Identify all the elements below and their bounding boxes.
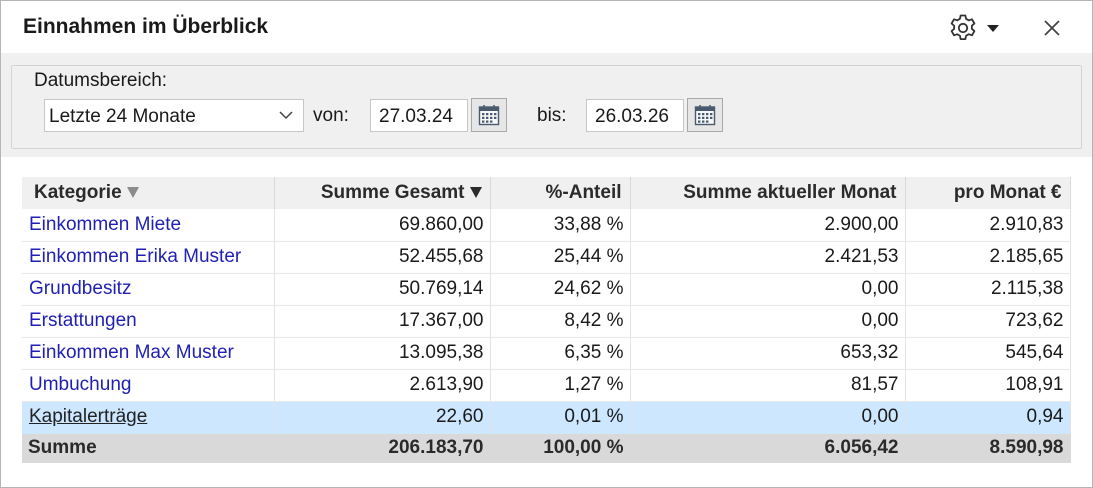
chevron-down-icon: [987, 24, 999, 32]
current-month-cell: 0,00: [630, 305, 906, 338]
chevron-down-icon: [279, 111, 293, 120]
to-label: bis:: [537, 105, 567, 126]
title-bar: Einnahmen im Überblick: [1, 1, 1092, 53]
current-month-cell: 0,00: [630, 273, 906, 306]
share-cell: 33,88 %: [490, 209, 631, 242]
current-month-cell: 2.421,53: [630, 241, 906, 274]
from-label: von:: [313, 105, 349, 126]
date-range-value: Letzte 24 Monate: [49, 106, 196, 127]
share-cell: 1,27 %: [490, 369, 631, 402]
date-range-select[interactable]: Letzte 24 Monate: [44, 99, 304, 132]
share-cell: 25,44 %: [490, 241, 631, 274]
share-cell: 6,35 %: [490, 337, 631, 370]
date-range-label: Datumsbereich:: [32, 70, 170, 92]
sort-indicator-icon: [126, 187, 139, 199]
current-month-cell: 2.900,00: [630, 209, 906, 242]
column-header-category[interactable]: Kategorie: [22, 177, 275, 209]
column-header-current-month[interactable]: Summe aktueller Monat: [630, 177, 906, 209]
per-month-cell: 108,91: [905, 369, 1071, 402]
table-row[interactable]: Einkommen Miete 69.860,00 33,88 % 2.900,00 2…: [22, 209, 1071, 242]
category-cell[interactable]: Grundbesitz: [22, 273, 275, 306]
totals-per-month: 8.590,98: [905, 433, 1071, 463]
share-cell: 8,42 %: [490, 305, 631, 338]
current-month-cell: 81,57: [630, 369, 906, 402]
totals-label: Summe: [22, 433, 275, 463]
category-cell[interactable]: Einkommen Miete: [22, 209, 275, 242]
close-button[interactable]: [1037, 13, 1067, 43]
per-month-cell: 545,64: [905, 337, 1071, 370]
total-cell: 22,60: [274, 401, 491, 434]
share-cell: 0,01 %: [490, 401, 631, 434]
from-calendar-button[interactable]: [471, 98, 507, 132]
table-row[interactable]: Kapitalerträge 22,60 0,01 % 0,00 0,94: [22, 401, 1071, 434]
table-header-row: Kategorie Summe Gesamt %-Anteil Summe ak…: [22, 177, 1071, 209]
total-cell: 52.455,68: [274, 241, 491, 274]
from-date-input[interactable]: 27.03.24: [370, 99, 468, 132]
column-header-total[interactable]: Summe Gesamt: [274, 177, 491, 209]
table-row[interactable]: Erstattungen 17.367,00 8,42 % 0,00 723,62: [22, 305, 1071, 338]
income-table: Kategorie Summe Gesamt %-Anteil Summe ak…: [22, 177, 1071, 463]
category-cell[interactable]: Einkommen Erika Muster: [22, 241, 275, 274]
date-range-group: Datumsbereich: Letzte 24 Monate von: 27.…: [11, 65, 1082, 149]
per-month-cell: 2.185,65: [905, 241, 1071, 274]
totals-total: 206.183,70: [274, 433, 491, 463]
table-row[interactable]: Umbuchung 2.613,90 1,27 % 81,57 108,91: [22, 369, 1071, 402]
table-row[interactable]: Einkommen Max Muster 13.095,38 6,35 % 653,3…: [22, 337, 1071, 370]
to-calendar-button[interactable]: [687, 98, 723, 132]
table-row[interactable]: Einkommen Erika Muster 52.455,68 25,44 % 2.…: [22, 241, 1071, 274]
total-cell: 13.095,38: [274, 337, 491, 370]
settings-menu-button[interactable]: [947, 11, 1009, 45]
gear-icon: [950, 14, 976, 40]
per-month-cell: 723,62: [905, 305, 1071, 338]
category-cell[interactable]: Erstattungen: [22, 305, 275, 338]
totals-row: Summe 206.183,70 100,00 % 6.056,42 8.590…: [22, 433, 1071, 463]
column-header-per-month[interactable]: pro Monat €: [905, 177, 1071, 209]
per-month-cell: 2.115,38: [905, 273, 1071, 306]
sort-descending-icon: [469, 187, 482, 199]
total-cell: 69.860,00: [274, 209, 491, 242]
current-month-cell: 653,32: [630, 337, 906, 370]
income-overview-window: Einnahmen im Überblick Datumsbereich: Le…: [0, 0, 1093, 488]
table-row[interactable]: Grundbesitz 50.769,14 24,62 % 0,00 2.115,38: [22, 273, 1071, 306]
to-date-input[interactable]: 26.03.26: [586, 99, 684, 132]
total-cell: 17.367,00: [274, 305, 491, 338]
totals-current-month: 6.056,42: [630, 433, 906, 463]
share-cell: 24,62 %: [490, 273, 631, 306]
close-icon: [1044, 20, 1060, 36]
total-cell: 2.613,90: [274, 369, 491, 402]
column-header-share[interactable]: %-Anteil: [490, 177, 631, 209]
category-cell[interactable]: Kapitalerträge: [22, 401, 275, 434]
category-cell[interactable]: Einkommen Max Muster: [22, 337, 275, 370]
total-cell: 50.769,14: [274, 273, 491, 306]
calendar-icon: [694, 105, 716, 126]
per-month-cell: 0,94: [905, 401, 1071, 434]
category-cell[interactable]: Umbuchung: [22, 369, 275, 402]
calendar-icon: [478, 105, 500, 126]
window-title: Einnahmen im Überblick: [23, 15, 269, 38]
totals-share: 100,00 %: [490, 433, 631, 463]
current-month-cell: 0,00: [630, 401, 906, 434]
date-filter-panel: Datumsbereich: Letzte 24 Monate von: 27.…: [1, 53, 1092, 157]
per-month-cell: 2.910,83: [905, 209, 1071, 242]
